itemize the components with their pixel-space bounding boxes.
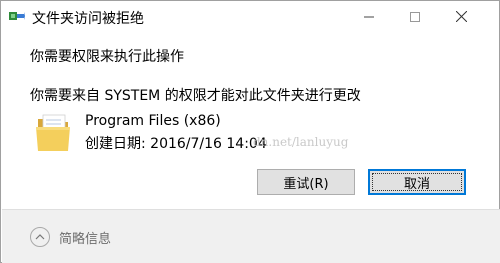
- dialog-window: 文件夹访问被拒绝 你需要权限来执行此操作 你需要来自 SYSTEM 的权限才能对…: [0, 0, 500, 263]
- details-label[interactable]: 简略信息: [59, 228, 111, 247]
- dialog-footer: 简略信息: [2, 209, 500, 263]
- window-title: 文件夹访问被拒绝: [32, 11, 144, 27]
- watermark-text: dn.net/lanluyug: [253, 135, 349, 149]
- chevron-up-icon[interactable]: [30, 227, 50, 247]
- close-icon: [455, 11, 467, 22]
- minimize-icon: [364, 16, 374, 17]
- dialog-message: 你需要来自 SYSTEM 的权限才能对此文件夹进行更改: [30, 88, 361, 104]
- item-created-date: 创建日期: 2016/7/16 14:04: [85, 136, 267, 152]
- focus-ring: [372, 173, 462, 191]
- maximize-button[interactable]: [392, 1, 438, 32]
- title-bar[interactable]: 文件夹访问被拒绝: [1, 1, 499, 32]
- folder-icon: [36, 114, 70, 151]
- retry-button-label: 重试(R): [283, 176, 329, 192]
- maximize-icon: [410, 11, 420, 22]
- cancel-button[interactable]: 取消: [368, 169, 466, 195]
- details-toggle[interactable]: 简略信息: [30, 227, 111, 247]
- close-button[interactable]: [438, 1, 484, 32]
- dialog-heading: 你需要权限来执行此操作: [30, 49, 184, 65]
- minimize-button[interactable]: [346, 1, 392, 32]
- item-name: Program Files (x86): [85, 113, 221, 129]
- retry-button[interactable]: 重试(R): [257, 169, 355, 195]
- folder-access-icon: [9, 12, 25, 20]
